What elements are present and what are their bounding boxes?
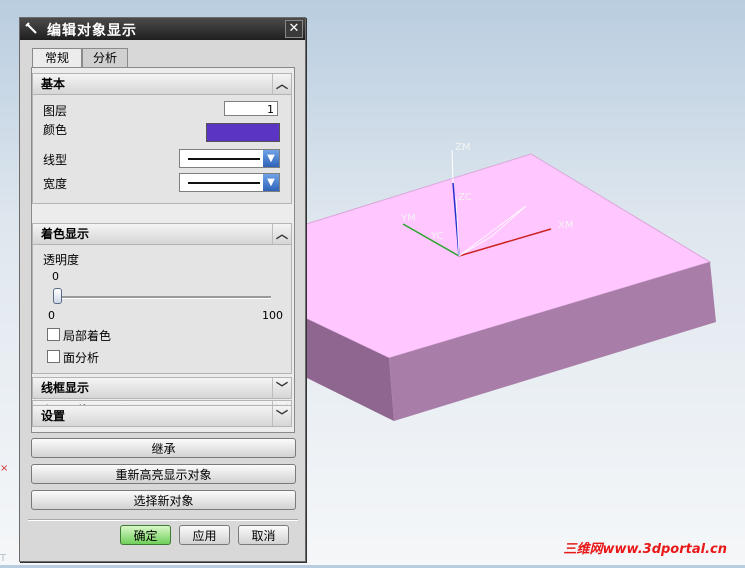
pin-icon[interactable] — [24, 21, 40, 37]
zc-axis-label: ZC — [458, 192, 472, 203]
select-new-object-button[interactable]: 选择新对象 — [31, 490, 296, 510]
local-shading-label: 局部着色 — [63, 329, 112, 343]
section-settings-header[interactable]: 设置 ﹀ — [32, 405, 292, 427]
section-basic-body: 图层 1 颜色 线型 ▼ 宽度 ▼ — [32, 95, 292, 204]
section-shading-title: 着色显示 — [41, 227, 90, 241]
transparency-slider-thumb[interactable] — [53, 288, 62, 304]
reselect-highlight-button[interactable]: 重新高亮显示对象 — [31, 464, 296, 484]
transparency-slider-track[interactable] — [53, 296, 271, 299]
tab-analysis[interactable]: 分析 — [82, 48, 128, 67]
yc-axis-label: YC — [430, 231, 444, 242]
section-wireframe-title: 线框显示 — [41, 381, 90, 395]
dialog-title: 编辑对象显示 — [47, 23, 137, 39]
face-analysis-checkbox[interactable] — [47, 350, 60, 363]
inherit-button[interactable]: 继承 — [31, 438, 296, 458]
section-settings-title: 设置 — [41, 409, 66, 423]
ym-axis-label: YM — [400, 213, 416, 224]
chevron-down-icon[interactable]: ﹀ — [272, 406, 291, 426]
color-swatch[interactable] — [206, 123, 280, 142]
local-shading-checkbox[interactable] — [47, 328, 60, 341]
color-label: 颜色 — [43, 123, 68, 137]
close-icon[interactable]: ✕ — [285, 20, 303, 38]
view-triad-fragment-icon: × — [0, 463, 9, 474]
xm-axis-label: XM — [558, 220, 573, 231]
cancel-button[interactable]: 取消 — [238, 525, 289, 545]
section-basic-header[interactable]: 基本 ︿ — [32, 73, 292, 95]
width-preview — [188, 182, 260, 184]
section-shading-header[interactable]: 着色显示 ︿ — [32, 223, 292, 245]
site-watermark: 三维网www.3dportal.cn — [563, 542, 727, 557]
tab-general[interactable]: 常规 — [32, 48, 82, 68]
transparency-value: 0 — [52, 270, 59, 283]
dropdown-arrow-icon[interactable]: ▼ — [263, 150, 279, 167]
tab-content: 基本 ︿ 图层 1 颜色 线型 ▼ 宽度 ▼ 着色显示 ︿ 透明度 0 0 10… — [31, 67, 295, 433]
width-dropdown[interactable]: ▼ — [179, 173, 280, 192]
linetype-preview — [188, 158, 260, 160]
linetype-dropdown[interactable]: ▼ — [179, 149, 280, 168]
section-basic-title: 基本 — [41, 77, 66, 91]
apply-button[interactable]: 应用 — [179, 525, 230, 545]
status-fragment-icon: T — [0, 553, 7, 564]
chevron-down-icon[interactable]: ﹀ — [272, 378, 291, 398]
chevron-up-icon[interactable]: ︿ — [272, 224, 291, 244]
face-analysis-label: 面分析 — [63, 351, 100, 365]
edit-object-display-dialog: 编辑对象显示 ✕ 常规 分析 基本 ︿ 图层 1 颜色 线型 ▼ 宽度 ▼ 着色… — [19, 17, 306, 562]
dropdown-arrow-icon[interactable]: ▼ — [263, 174, 279, 191]
linetype-label: 线型 — [43, 153, 68, 167]
dialog-titlebar[interactable]: 编辑对象显示 ✕ — [20, 18, 305, 40]
section-shading-body: 透明度 0 0 100 局部着色 面分析 — [32, 245, 292, 374]
footer-divider — [28, 519, 298, 521]
width-label: 宽度 — [43, 177, 68, 191]
slider-max-label: 100 — [262, 309, 283, 322]
layer-label: 图层 — [43, 104, 68, 118]
ok-button[interactable]: 确定 — [120, 525, 171, 545]
transparency-label: 透明度 — [43, 253, 80, 267]
layer-input[interactable]: 1 — [224, 101, 278, 116]
slider-min-label: 0 — [48, 309, 55, 322]
section-wireframe-header[interactable]: 线框显示 ﹀ — [32, 377, 292, 399]
chevron-up-icon[interactable]: ︿ — [272, 74, 291, 94]
zm-axis-label: ZM — [455, 142, 470, 153]
